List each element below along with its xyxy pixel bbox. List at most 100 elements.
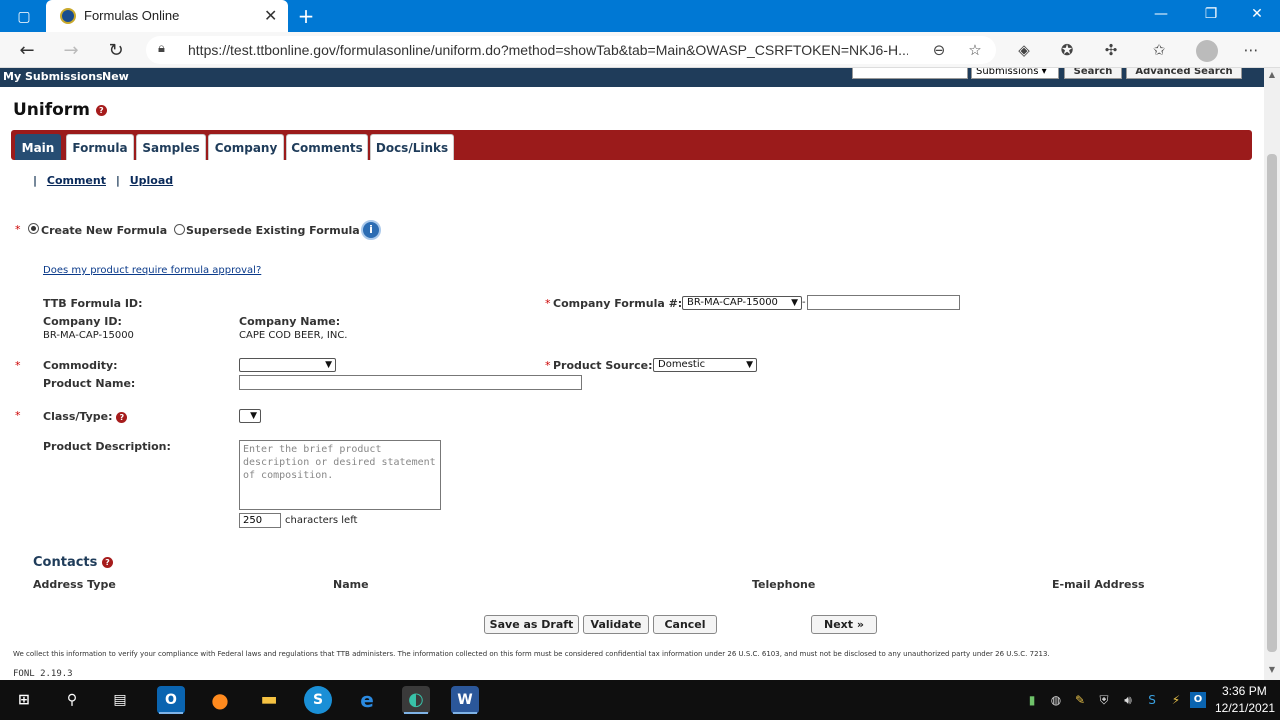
formula-approval-link[interactable]: Does my product require formula approval… bbox=[43, 265, 261, 276]
contacts-column-telephone: Telephone bbox=[752, 578, 816, 591]
tab-samples[interactable]: Samples bbox=[136, 134, 206, 160]
back-icon[interactable]: ← bbox=[14, 40, 40, 61]
company-formula-suffix-input[interactable] bbox=[807, 295, 960, 310]
toolbar-separator: | bbox=[115, 174, 120, 187]
cancel-button[interactable]: Cancel bbox=[653, 615, 717, 634]
save-as-draft-button[interactable]: Save as Draft bbox=[484, 615, 579, 634]
required-marker: * bbox=[15, 359, 21, 372]
supersede-formula-radio[interactable] bbox=[174, 224, 185, 235]
favorite-add-icon[interactable]: ☆ bbox=[964, 41, 986, 59]
network-icon[interactable]: ⚡ bbox=[1168, 692, 1184, 708]
info-icon[interactable]: i bbox=[361, 220, 381, 240]
help-icon[interactable]: ? bbox=[101, 557, 113, 568]
tab-formula[interactable]: Formula bbox=[66, 134, 134, 160]
battery-icon[interactable]: ▮ bbox=[1024, 692, 1040, 708]
ttb-favicon-icon bbox=[60, 8, 76, 24]
extensions-puzzle-icon[interactable]: ✣ bbox=[1100, 41, 1122, 59]
product-source-select[interactable]: Domestic ▼ bbox=[653, 358, 757, 372]
characters-left-counter: 250 bbox=[239, 513, 281, 528]
windows-start-icon[interactable]: ⊞ bbox=[10, 686, 38, 714]
company-id-label: Company ID: bbox=[43, 315, 122, 328]
close-window-icon[interactable]: ✕ bbox=[1242, 6, 1272, 22]
browser-tab[interactable]: Formulas Online ✕ bbox=[46, 0, 288, 32]
close-tab-icon[interactable]: ✕ bbox=[264, 6, 277, 25]
new-tab-icon[interactable]: + bbox=[294, 4, 318, 28]
tab-main[interactable]: Main bbox=[15, 134, 61, 160]
extension-tracker-icon[interactable]: ✪ bbox=[1056, 41, 1078, 59]
scroll-thumb[interactable] bbox=[1267, 154, 1277, 652]
product-name-input[interactable] bbox=[239, 375, 582, 390]
product-name-label: Product Name: bbox=[43, 377, 136, 390]
page-scrollbar[interactable]: ▲ ▼ bbox=[1264, 68, 1280, 680]
chevron-down-icon: ▼ bbox=[325, 360, 332, 370]
defender-shield-icon[interactable]: ⛨ bbox=[1096, 692, 1112, 708]
required-marker: * bbox=[15, 409, 21, 422]
restore-icon[interactable]: ❐ bbox=[1196, 6, 1226, 22]
help-icon[interactable]: ? bbox=[116, 411, 128, 423]
scroll-down-icon[interactable]: ▼ bbox=[1264, 665, 1280, 674]
more-menu-icon[interactable]: ⋯ bbox=[1240, 41, 1262, 59]
tab-docs-links[interactable]: Docs/Links bbox=[370, 134, 454, 160]
site-search-button[interactable]: Search bbox=[1064, 68, 1122, 79]
scroll-up-icon[interactable]: ▲ bbox=[1264, 70, 1280, 79]
company-formula-select[interactable]: BR-MA-CAP-15000 ▼ bbox=[682, 296, 802, 310]
create-new-formula-label[interactable]: Create New Formula bbox=[41, 224, 167, 237]
company-name-value: CAPE COD BEER, INC. bbox=[239, 330, 348, 341]
clock-date[interactable]: 12/21/2021 bbox=[1215, 701, 1275, 715]
upload-link[interactable]: Upload bbox=[130, 174, 173, 187]
company-formula-select-value: BR-MA-CAP-15000 bbox=[687, 297, 778, 308]
volume-icon[interactable]: 🔊︎ bbox=[1120, 692, 1136, 708]
minimize-icon[interactable]: — bbox=[1146, 6, 1176, 22]
class-type-select[interactable]: ▼ bbox=[239, 409, 261, 423]
chevron-down-icon: ▼ bbox=[791, 298, 798, 308]
pen-icon[interactable]: ✎ bbox=[1072, 692, 1088, 708]
extension-shield-icon[interactable]: ◈ bbox=[1013, 41, 1035, 59]
zoom-icon[interactable]: ⊖ bbox=[928, 41, 950, 59]
edge-icon[interactable]: ◐ bbox=[402, 686, 430, 714]
file-explorer-icon[interactable]: ▬ bbox=[255, 686, 283, 714]
outlook-icon[interactable]: O bbox=[157, 686, 185, 714]
page-content: My Submissions New Submissions ▾ Search … bbox=[0, 68, 1264, 680]
tab-actions-icon[interactable]: ▢ bbox=[10, 6, 38, 28]
comment-link[interactable]: Comment bbox=[47, 174, 106, 187]
address-bar[interactable]: 🔒︎ https://test.ttbonline.gov/formulason… bbox=[146, 36, 996, 64]
browser-tab-title: Formulas Online bbox=[84, 8, 180, 23]
new-link[interactable]: New bbox=[102, 70, 129, 83]
create-new-formula-radio[interactable] bbox=[28, 223, 39, 234]
profile-avatar[interactable] bbox=[1196, 40, 1218, 62]
word-icon[interactable]: W bbox=[451, 686, 479, 714]
refresh-icon[interactable]: ↻ bbox=[103, 40, 129, 61]
task-view-icon[interactable]: ▤ bbox=[106, 686, 134, 714]
search-scope-select[interactable]: Submissions ▾ bbox=[971, 68, 1059, 79]
help-icon[interactable]: ? bbox=[95, 104, 107, 116]
tab-company[interactable]: Company bbox=[208, 134, 284, 160]
running-indicator bbox=[453, 712, 477, 714]
outlook-tray-icon[interactable]: O bbox=[1190, 692, 1206, 708]
supersede-formula-label[interactable]: Supersede Existing Formula bbox=[186, 224, 360, 237]
running-indicator bbox=[159, 712, 183, 714]
my-submissions-link[interactable]: My Submissions bbox=[3, 70, 103, 83]
firefox-icon[interactable]: ● bbox=[206, 686, 234, 714]
url-text[interactable]: https://test.ttbonline.gov/formulasonlin… bbox=[188, 42, 908, 58]
form-tab-strip: Main Formula Samples Company Comments Do… bbox=[11, 130, 1252, 160]
skype-tray-icon[interactable]: S bbox=[1144, 692, 1160, 708]
internet-explorer-icon[interactable]: e bbox=[353, 686, 381, 714]
lock-icon[interactable]: 🔒︎ bbox=[158, 41, 165, 56]
site-search-input[interactable] bbox=[852, 68, 968, 79]
edge-tray-icon[interactable]: ◍ bbox=[1048, 692, 1064, 708]
next-button[interactable]: Next » bbox=[811, 615, 877, 634]
clock-time[interactable]: 3:36 PM bbox=[1222, 684, 1267, 698]
tab-comments[interactable]: Comments bbox=[286, 134, 368, 160]
skype-icon[interactable]: S bbox=[304, 686, 332, 714]
running-indicator bbox=[404, 712, 428, 714]
product-source-value: Domestic bbox=[658, 359, 706, 370]
favorites-icon[interactable]: ✩ bbox=[1148, 41, 1170, 59]
advanced-search-button[interactable]: Advanced Search bbox=[1126, 68, 1242, 79]
forward-icon[interactable]: → bbox=[58, 40, 84, 61]
validate-button[interactable]: Validate bbox=[583, 615, 649, 634]
product-description-textarea[interactable]: Enter the brief product description or d… bbox=[239, 440, 441, 510]
search-icon[interactable]: ⚲ bbox=[58, 686, 86, 714]
toolbar-separator: | bbox=[33, 174, 38, 187]
contacts-heading: Contacts ? bbox=[33, 555, 113, 570]
commodity-select[interactable]: ▼ bbox=[239, 358, 336, 372]
